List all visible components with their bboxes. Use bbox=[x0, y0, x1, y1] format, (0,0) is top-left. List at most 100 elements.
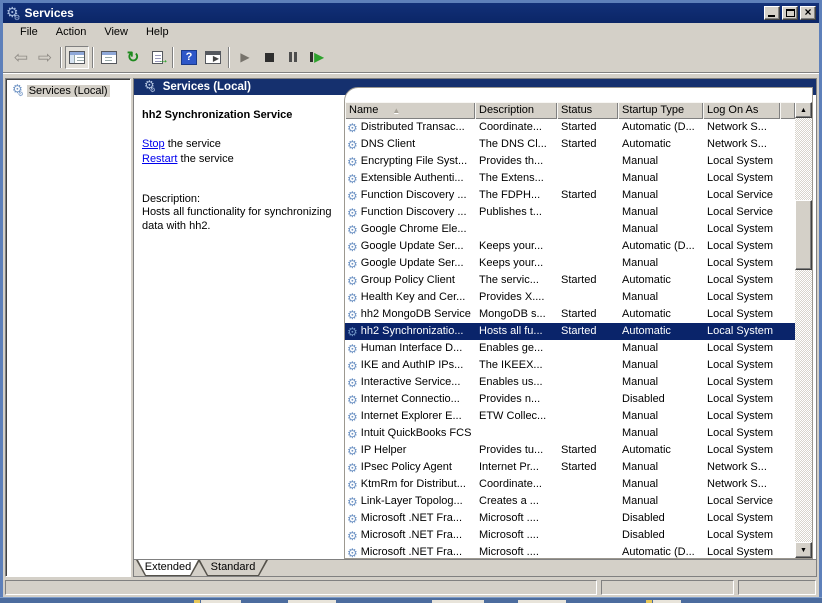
cell-filler bbox=[780, 476, 795, 493]
cell-description: MongoDB s... bbox=[475, 306, 557, 323]
cell-startup_type: Manual bbox=[618, 170, 703, 187]
column-header-startup-type[interactable]: Startup Type bbox=[618, 102, 703, 119]
cell-startup_type: Automatic (D... bbox=[618, 544, 703, 558]
restart-service-button[interactable]: ▶ bbox=[305, 46, 329, 69]
cell-startup_type: Automatic bbox=[618, 442, 703, 459]
service-row[interactable]: ⚙Google Update Ser...Keeps your...Automa… bbox=[345, 238, 795, 255]
cell-description: Provides th... bbox=[475, 153, 557, 170]
cell-filler bbox=[780, 272, 795, 289]
help-button[interactable]: ? bbox=[177, 46, 201, 69]
cell-name: ⚙IP Helper bbox=[345, 442, 475, 459]
service-row[interactable]: ⚙Interactive Service...Enables us...Manu… bbox=[345, 374, 795, 391]
cell-startup_type: Manual bbox=[618, 221, 703, 238]
pause-service-button[interactable] bbox=[281, 46, 305, 69]
service-row[interactable]: ⚙hh2 MongoDB ServiceMongoDB s...StartedA… bbox=[345, 306, 795, 323]
forward-button[interactable]: ⇨ bbox=[33, 46, 57, 69]
menu-file[interactable]: File bbox=[11, 25, 47, 39]
service-row[interactable]: ⚙Microsoft .NET Fra...Microsoft ....Auto… bbox=[345, 544, 795, 558]
service-row[interactable]: ⚙Intuit QuickBooks FCSManualLocal System bbox=[345, 425, 795, 442]
service-gear-icon: ⚙ bbox=[347, 445, 358, 457]
tab-standard[interactable]: Standard bbox=[198, 560, 268, 576]
service-row[interactable]: ⚙Internet Connectio...Provides n...Disab… bbox=[345, 391, 795, 408]
cell-log_on_as: Network S... bbox=[703, 119, 780, 136]
service-row[interactable]: ⚙Extensible Authenti...The Extens...Manu… bbox=[345, 170, 795, 187]
menu-action[interactable]: Action bbox=[47, 25, 96, 39]
column-header-description[interactable]: Description bbox=[475, 102, 557, 119]
cell-description: Coordinate... bbox=[475, 476, 557, 493]
start-service-icon: ▶ bbox=[240, 51, 249, 63]
properties-button[interactable] bbox=[97, 46, 121, 69]
cell-startup_type: Manual bbox=[618, 255, 703, 272]
service-row[interactable]: ⚙Encrypting File Syst...Provides th...Ma… bbox=[345, 153, 795, 170]
close-button[interactable]: × bbox=[800, 6, 816, 20]
service-gear-icon: ⚙ bbox=[347, 479, 358, 491]
menu-view[interactable]: View bbox=[95, 25, 137, 39]
service-gear-icon: ⚙ bbox=[347, 309, 358, 321]
service-row[interactable]: ⚙Microsoft .NET Fra...Microsoft ....Disa… bbox=[345, 527, 795, 544]
service-row[interactable]: ⚙Human Interface D...Enables ge...Manual… bbox=[345, 340, 795, 357]
export-list-button[interactable]: → bbox=[145, 46, 169, 69]
stop-service-text: the service bbox=[165, 138, 221, 150]
show-action-pane-button[interactable]: ▶ bbox=[201, 46, 225, 69]
back-button[interactable]: ⇦ bbox=[9, 46, 33, 69]
column-header-log-on-as[interactable]: Log On As bbox=[703, 102, 780, 119]
service-gear-icon: ⚙ bbox=[347, 428, 358, 440]
cell-log_on_as: Local Service bbox=[703, 204, 780, 221]
cell-name: ⚙Human Interface D... bbox=[345, 340, 475, 357]
refresh-button[interactable]: ↻ bbox=[121, 46, 145, 69]
menu-help[interactable]: Help bbox=[137, 25, 178, 39]
cell-filler bbox=[780, 493, 795, 510]
restart-service-link[interactable]: Restart bbox=[142, 153, 177, 165]
service-row[interactable]: ⚙DNS ClientThe DNS Cl...StartedAutomatic… bbox=[345, 136, 795, 153]
service-gear-icon: ⚙ bbox=[347, 156, 358, 168]
service-row[interactable]: ⚙Link-Layer Topolog...Creates a ...Manua… bbox=[345, 493, 795, 510]
service-row[interactable]: ⚙Group Policy ClientThe servic...Started… bbox=[345, 272, 795, 289]
service-row[interactable]: ⚙Google Chrome Ele...ManualLocal System bbox=[345, 221, 795, 238]
column-header-status[interactable]: Status bbox=[557, 102, 618, 119]
close-icon: × bbox=[801, 5, 815, 19]
cell-name: ⚙Microsoft .NET Fra... bbox=[345, 527, 475, 544]
cell-description: Enables us... bbox=[475, 374, 557, 391]
cell-description: Provides X.... bbox=[475, 289, 557, 306]
cell-log_on_as: Local System bbox=[703, 238, 780, 255]
service-row[interactable]: ⚙Function Discovery ...The FDPH...Starte… bbox=[345, 187, 795, 204]
cell-description bbox=[475, 221, 557, 238]
scroll-up-button[interactable]: ▲ bbox=[795, 102, 812, 118]
cell-startup_type: Manual bbox=[618, 476, 703, 493]
service-row[interactable]: ⚙KtmRm for Distribut...Coordinate...Manu… bbox=[345, 476, 795, 493]
scrollbar-thumb[interactable] bbox=[795, 200, 812, 270]
scroll-down-button[interactable]: ▼ bbox=[795, 542, 812, 558]
cell-status: Started bbox=[557, 306, 618, 323]
service-gear-icon: ⚙ bbox=[347, 411, 358, 423]
cell-status bbox=[557, 255, 618, 272]
service-row[interactable]: ⚙Google Update Ser...Keeps your...Manual… bbox=[345, 255, 795, 272]
menu-bar: File Action View Help bbox=[3, 23, 819, 41]
tree-item-services-local[interactable]: Services (Local) bbox=[12, 83, 128, 99]
show-console-tree-button[interactable] bbox=[65, 46, 89, 69]
service-row[interactable]: ⚙hh2 Synchronizatio...Hosts all fu...Sta… bbox=[345, 323, 795, 340]
service-row[interactable]: ⚙IPsec Policy AgentInternet Pr...Started… bbox=[345, 459, 795, 476]
column-header-name[interactable]: Name▲ bbox=[345, 102, 475, 119]
cell-status bbox=[557, 153, 618, 170]
service-row[interactable]: ⚙IP HelperProvides tu...StartedAutomatic… bbox=[345, 442, 795, 459]
vertical-scrollbar[interactable]: ▲ ▼ bbox=[795, 102, 812, 558]
service-row[interactable]: ⚙Function Discovery ...Publishes t...Man… bbox=[345, 204, 795, 221]
minimize-button[interactable] bbox=[764, 6, 780, 20]
titlebar[interactable]: Services × bbox=[3, 3, 819, 23]
window-border-left bbox=[0, 0, 3, 597]
details-panel: Services (Local) hh2 Synchronization Ser… bbox=[133, 78, 817, 577]
service-row[interactable]: ⚙Microsoft .NET Fra...Microsoft ....Disa… bbox=[345, 510, 795, 527]
service-row[interactable]: ⚙Internet Explorer E...ETW Collec...Manu… bbox=[345, 408, 795, 425]
maximize-button[interactable] bbox=[782, 6, 798, 20]
cell-log_on_as: Local System bbox=[703, 374, 780, 391]
tab-extended[interactable]: Extended bbox=[136, 560, 200, 576]
start-service-button[interactable]: ▶ bbox=[233, 46, 257, 69]
stop-service-button[interactable] bbox=[257, 46, 281, 69]
service-gear-icon: ⚙ bbox=[347, 207, 358, 219]
service-row[interactable]: ⚙Health Key and Cer...Provides X....Manu… bbox=[345, 289, 795, 306]
cell-description: The Extens... bbox=[475, 170, 557, 187]
service-row[interactable]: ⚙Distributed Transac...Coordinate...Star… bbox=[345, 119, 795, 136]
cell-status bbox=[557, 493, 618, 510]
stop-service-link[interactable]: Stop bbox=[142, 138, 165, 150]
service-row[interactable]: ⚙IKE and AuthIP IPs...The IKEEX...Manual… bbox=[345, 357, 795, 374]
